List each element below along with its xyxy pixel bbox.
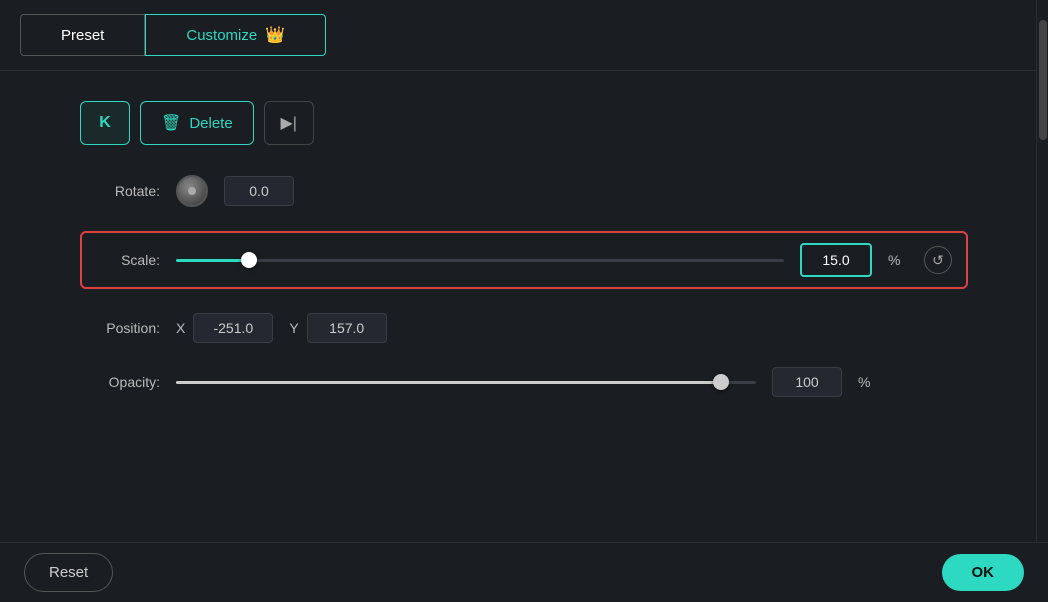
crown-icon: 👑 <box>265 25 285 45</box>
preset-tab[interactable]: Preset <box>20 14 145 56</box>
scale-reset-button[interactable]: ↺ <box>924 246 952 274</box>
position-y-group: Y <box>289 313 386 343</box>
x-axis-label: X <box>176 320 185 336</box>
rotate-knob[interactable] <box>176 175 208 207</box>
opacity-unit-label: % <box>858 374 878 390</box>
customize-tab[interactable]: Customize 👑 <box>145 14 326 56</box>
customize-tab-label: Customize <box>186 27 257 44</box>
header: Preset Customize 👑 <box>0 0 1048 71</box>
bottom-bar: Reset OK <box>0 542 1048 602</box>
opacity-row: Opacity: % <box>80 367 968 397</box>
action-buttons: K 🗑 Delete ▶| <box>80 101 968 145</box>
y-axis-label: Y <box>289 320 298 336</box>
scale-value-input[interactable] <box>800 243 872 277</box>
ok-button[interactable]: OK <box>942 554 1025 591</box>
position-row: Position: X Y <box>80 313 968 343</box>
opacity-slider-fill <box>176 381 721 384</box>
main-content: K 🗑 Delete ▶| Rotate: Scale: % ↺ Positio… <box>0 71 1048 451</box>
skip-button[interactable]: ▶| <box>264 101 314 145</box>
scale-slider-fill <box>176 259 249 262</box>
rotate-label: Rotate: <box>80 183 160 199</box>
scrollbar-thumb[interactable] <box>1039 20 1047 140</box>
rotate-input[interactable] <box>224 176 294 206</box>
opacity-value-input[interactable] <box>772 367 842 397</box>
scale-slider-container[interactable] <box>176 250 784 270</box>
position-y-input[interactable] <box>307 313 387 343</box>
scale-slider-thumb[interactable] <box>241 252 257 268</box>
scale-row: Scale: % ↺ <box>80 231 968 289</box>
position-label: Position: <box>80 320 160 336</box>
delete-button-label: Delete <box>189 115 232 132</box>
delete-button[interactable]: 🗑 Delete <box>140 101 254 145</box>
rotate-row: Rotate: <box>80 175 968 207</box>
reset-button[interactable]: Reset <box>24 553 113 592</box>
opacity-label: Opacity: <box>80 374 160 390</box>
trash-icon: 🗑 <box>161 113 181 133</box>
scale-unit-label: % <box>888 252 908 268</box>
position-x-input[interactable] <box>193 313 273 343</box>
position-x-group: X <box>176 313 273 343</box>
k-button[interactable]: K <box>80 101 130 145</box>
scale-label: Scale: <box>96 252 160 268</box>
opacity-slider-track <box>176 381 756 384</box>
skip-icon: ▶| <box>280 113 296 133</box>
opacity-slider-thumb[interactable] <box>713 374 729 390</box>
scrollbar[interactable] <box>1036 0 1048 602</box>
opacity-slider-container[interactable] <box>176 372 756 392</box>
scale-slider-track <box>176 259 784 262</box>
